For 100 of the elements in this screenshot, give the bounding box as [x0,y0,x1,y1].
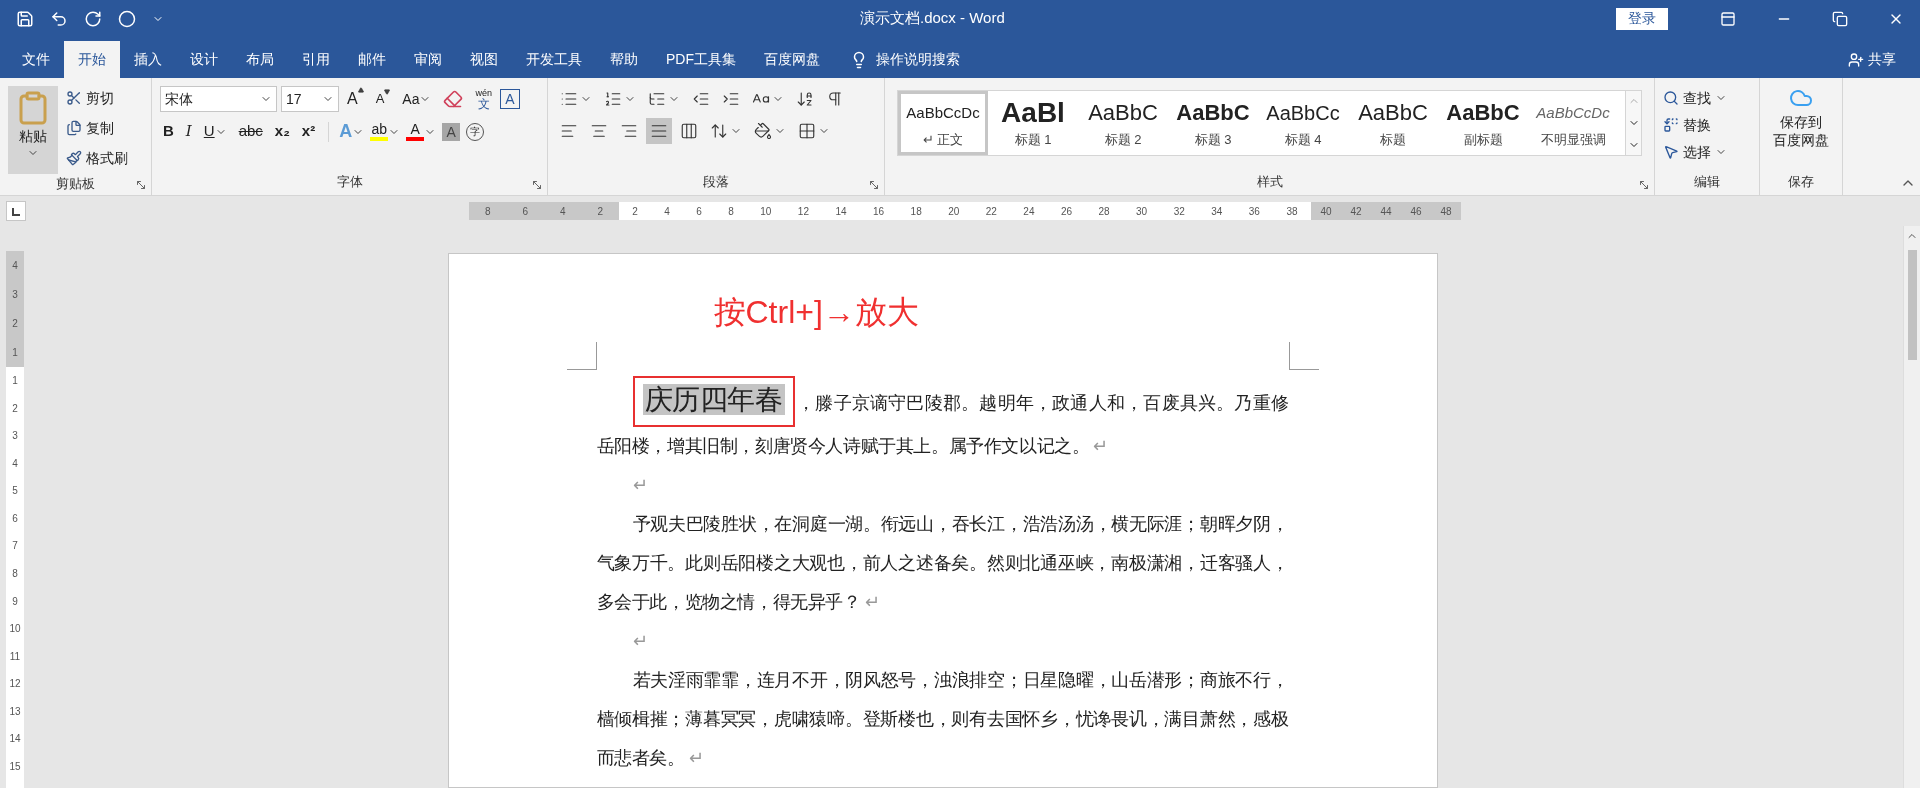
menu-tab[interactable]: 审阅 [400,41,456,78]
format-button[interactable]: x² [298,120,319,143]
menu-tab[interactable]: 设计 [176,41,232,78]
restore-icon[interactable] [1832,10,1848,27]
editing-button[interactable]: 替换 [1663,113,1751,137]
ruler-number: 18 [910,204,922,219]
format-button[interactable]: abc [235,120,266,143]
save-icon[interactable] [16,9,34,28]
menu-tab[interactable]: 视图 [456,41,512,78]
menu-tab[interactable]: 插入 [120,41,176,78]
format-button[interactable]: U [200,120,230,143]
tree-list-icon [648,90,666,108]
vertical-scrollbar[interactable] [1903,226,1920,788]
clipboard-button[interactable]: 格式刷 [66,146,128,170]
eraser-icon[interactable] [443,89,464,109]
style-option[interactable]: AaBbCcDc ↵ 正文 [898,91,988,155]
grow-font-button[interactable]: A [343,87,368,111]
menu-tab[interactable]: 帮助 [596,41,652,78]
tell-me-search[interactable]: 操作说明搜索 [876,49,960,70]
clipboard-button[interactable]: 复制 [66,116,128,140]
clipboard-button[interactable]: 剪切 [66,86,128,110]
character-border-button[interactable]: A [500,89,520,109]
menu-tab[interactable]: 开发工具 [512,41,596,78]
grid-icon [798,122,816,140]
format-button[interactable]: x₂ [271,120,293,143]
search-icon [1663,90,1679,106]
menu-tab[interactable]: PDF工具集 [652,41,750,78]
menu-tab[interactable]: 开始 [64,41,120,78]
tab-selector[interactable] [6,201,26,221]
paste-button[interactable]: 粘贴 [8,86,58,174]
replace-icon [1663,117,1679,133]
dialog-launcher-icon[interactable] [1638,179,1650,191]
ruler-number: 48 [1440,204,1452,219]
group-label: 剪贴板 [56,175,95,193]
save-to-cloud-button[interactable]: 保存到 百度网盘 [1773,86,1829,149]
style-option[interactable]: AaBbC 副标题 [1438,91,1528,155]
align-button[interactable] [646,118,672,144]
shrink-font-button[interactable]: A [371,89,395,109]
phonetic-button[interactable]: wén 文 [471,88,496,110]
ruler-number: 42 [1350,204,1362,219]
dialog-launcher-icon[interactable] [135,179,147,191]
scroll-thumb[interactable] [1907,250,1917,360]
align-justify-icon [650,122,668,140]
group-label: 字体 [336,172,363,191]
menu-tab[interactable]: 引用 [288,41,344,78]
change-case-button[interactable]: Aa [398,88,436,110]
paragraph: 庆历四年春 ，滕子京谪守巴陵郡。越明年，政通人和，百废具兴。乃重修岳阳楼，增其旧制，刻唐贤今人诗赋于其上。属予作文以记之。 ↵ [596,376,1289,466]
annotation-text: 按Ctrl+]→放大 [713,296,919,328]
dialog-launcher-icon[interactable] [868,179,880,191]
editing-button[interactable]: 选择 [1663,140,1751,164]
ruler-number: 13 [9,704,21,719]
numbered-list-icon [604,90,622,108]
ruler-number: 40 [1320,204,1332,219]
ruler-number: 8 [12,567,18,581]
ruler-number: 4 [664,204,670,219]
sort-icon [796,90,814,108]
format-button[interactable]: B [160,120,177,143]
ruler-number: 28 [1098,204,1110,219]
selected-text[interactable]: 庆历四年春 [642,384,785,415]
menu-tab[interactable]: 文件 [8,41,64,78]
font-color-button[interactable]: A [406,122,437,141]
paragraph: 若夫淫雨霏霏，连月不开，阴风怒号，浊浪排空；日星隐曜，山岳潜形；商旅不行，樯倾楫摧；薄暮冥冥，虎啸猿啼。登斯楼也，则有去国怀乡，忧谗畏讥，满目萧然，感极而悲者矣。 ↵ [596,669,1289,770]
login-button[interactable]: 登录 [1616,7,1668,30]
menu-tab[interactable]: 邮件 [344,41,400,78]
undo-icon[interactable] [50,9,68,28]
style-option[interactable]: AaBl 标题 1 [988,91,1078,155]
redo-icon[interactable] [84,9,102,28]
style-option[interactable]: AaBbC 标题 [1348,91,1438,155]
font-size-field[interactable]: 17 [281,86,339,112]
shading-button[interactable]: A [442,122,461,141]
paragraph-mark: ↵ [632,631,648,651]
ribbon-display-icon[interactable] [1720,10,1736,27]
menu-tab[interactable]: 布局 [232,41,288,78]
gallery-scrollbar[interactable] [1625,91,1641,155]
ruler-number: 6 [522,204,529,219]
align-left-icon [560,122,578,140]
ruler-number: 10 [9,622,21,637]
ruler-number: 36 [1248,204,1260,219]
font-name-field[interactable]: 宋体 [160,86,277,112]
menu-tab[interactable]: 百度网盘 [750,41,834,78]
ruler-number: 4 [12,456,18,471]
ruler-number: 15 [9,759,21,774]
group-label: 保存 [1788,172,1814,191]
triangle-up-icon [357,87,364,93]
copy-icon [66,120,82,136]
ruler-number: 14 [9,732,21,747]
style-option[interactable]: AaBbC 标题 2 [1078,91,1168,155]
style-option[interactable]: AaBbCc 标题 4 [1258,91,1348,155]
ruler-number: 12 [9,677,21,692]
style-option[interactable]: AaBbC 标题 3 [1168,91,1258,155]
ruler-number: 2 [597,204,604,219]
circle-icon[interactable] [118,9,136,28]
format-button[interactable]: I [182,120,195,143]
dialog-launcher-icon[interactable] [531,179,543,191]
share-link[interactable]: 共享 [1868,49,1896,70]
style-option[interactable]: AaBbCcDc 不明显强调 [1528,91,1618,155]
editing-button[interactable]: 查找 [1663,86,1751,110]
ruler-number: 46 [1410,204,1422,219]
highlight-button[interactable]: ab [370,122,401,141]
ruler-number: 14 [835,204,847,219]
